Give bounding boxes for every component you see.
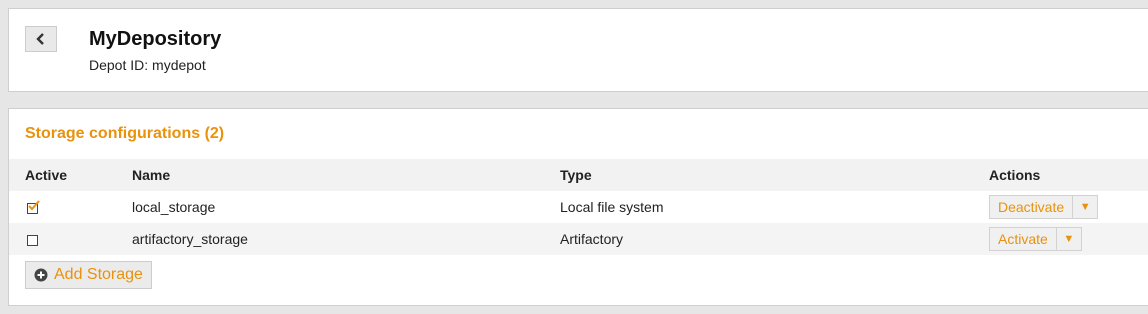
- depot-header-panel: MyDepository Depot ID: mydepot: [8, 8, 1148, 92]
- plus-circle-icon: [34, 268, 48, 282]
- triangle-down-icon: ▼: [1063, 233, 1075, 245]
- storage-table: Active Name Type Actions local_storage L…: [9, 159, 1148, 255]
- depot-id-label: Depot ID: mydepot: [89, 57, 206, 73]
- column-header-active: Active: [25, 167, 68, 183]
- column-header-type: Type: [560, 167, 592, 183]
- table-row: artifactory_storage Artifactory Activate…: [9, 223, 1148, 255]
- storage-type: Artifactory: [560, 231, 624, 247]
- back-button[interactable]: [25, 26, 57, 52]
- active-checkbox[interactable]: [27, 235, 38, 246]
- storage-name: local_storage: [132, 199, 216, 215]
- activate-button[interactable]: Activate: [990, 228, 1057, 250]
- page-title: MyDepository: [89, 28, 222, 50]
- activate-split-button: Activate ▼: [989, 227, 1082, 251]
- add-storage-button[interactable]: Add Storage: [25, 261, 152, 289]
- storage-name: artifactory_storage: [132, 231, 248, 247]
- triangle-down-icon: ▼: [1079, 201, 1091, 213]
- table-header-row: Active Name Type Actions: [9, 159, 1148, 191]
- section-title: Storage configurations (2): [25, 125, 225, 142]
- deactivate-button[interactable]: Deactivate: [990, 196, 1074, 218]
- actions-dropdown-toggle[interactable]: ▼: [1057, 228, 1081, 250]
- deactivate-split-button: Deactivate ▼: [989, 195, 1099, 219]
- column-header-actions: Actions: [989, 167, 1041, 183]
- checkmark-icon: [28, 200, 40, 211]
- storage-configurations-panel: Storage configurations (2) Active Name T…: [8, 108, 1148, 306]
- column-header-name: Name: [132, 167, 171, 183]
- active-checkbox[interactable]: [27, 200, 40, 214]
- add-storage-label: Add Storage: [54, 266, 143, 283]
- chevron-left-icon: [36, 33, 44, 45]
- table-row: local_storage Local file system Deactiva…: [9, 191, 1148, 223]
- actions-dropdown-toggle[interactable]: ▼: [1073, 196, 1097, 218]
- storage-type: Local file system: [560, 199, 664, 215]
